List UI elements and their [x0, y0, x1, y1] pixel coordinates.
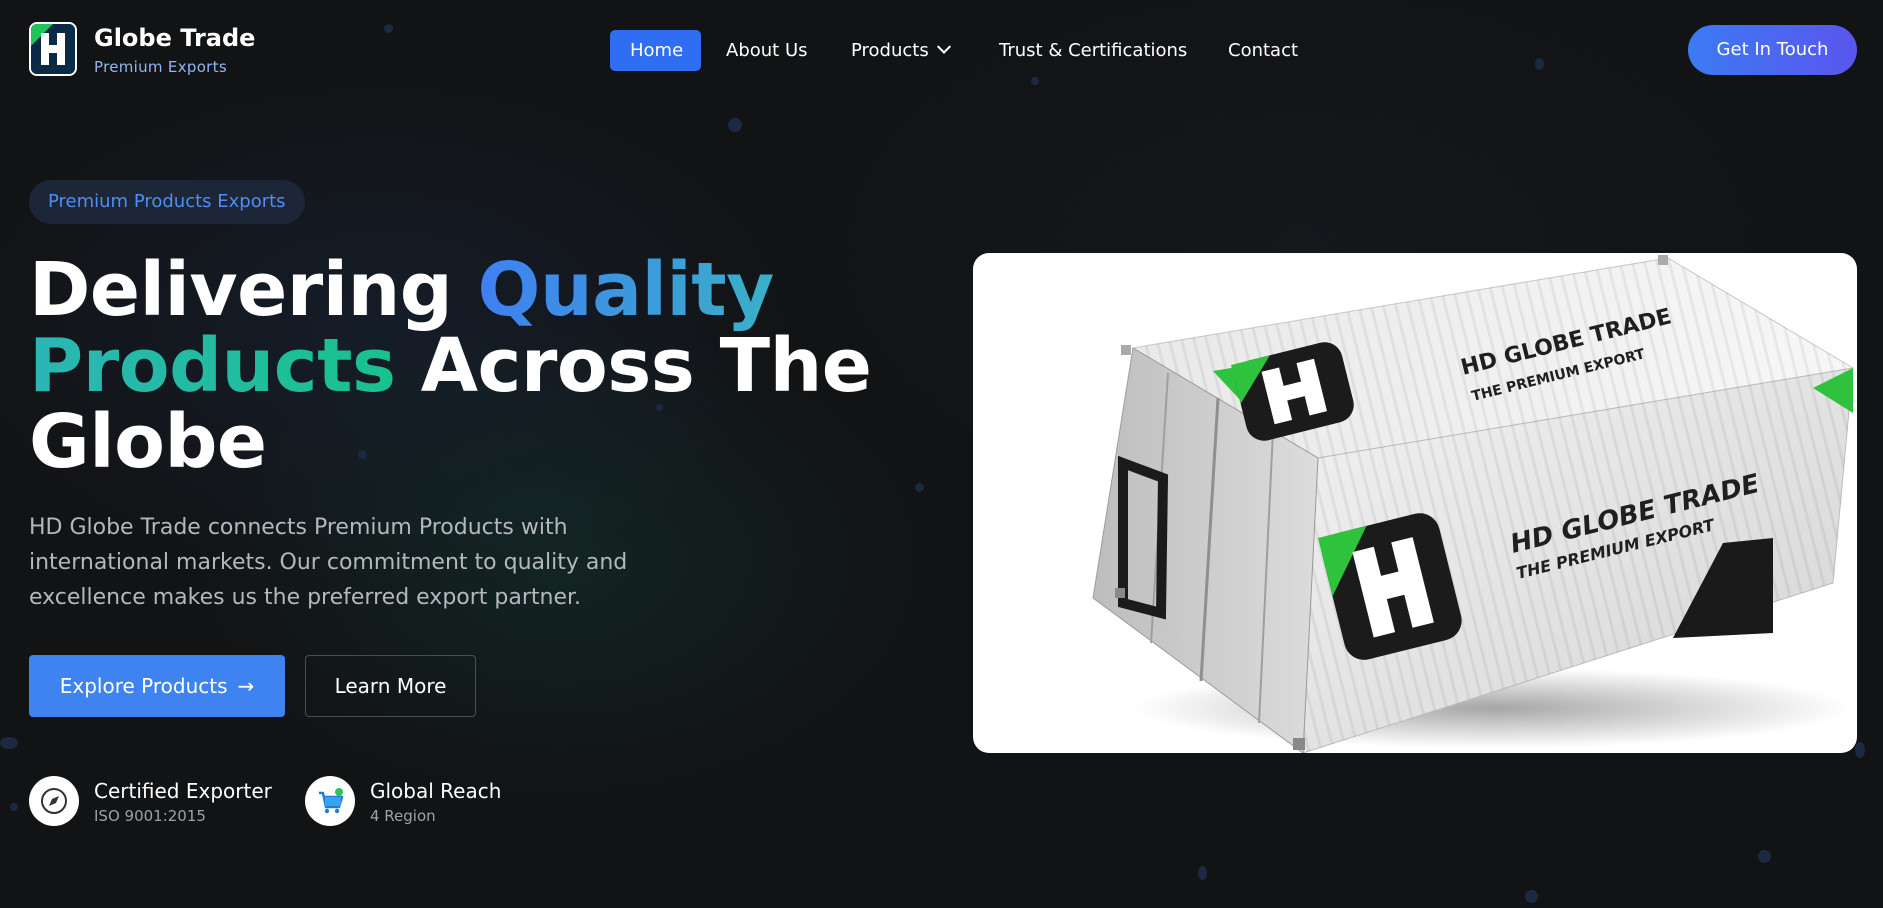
- decorative-dot: [728, 118, 742, 132]
- arrow-right-icon: →: [237, 674, 255, 698]
- brand-name[interactable]: Globe Trade: [94, 24, 255, 52]
- chevron-down-icon: [936, 39, 951, 54]
- decorative-dot: [915, 483, 924, 492]
- nav-about-us[interactable]: About Us: [726, 30, 808, 71]
- decorative-dot: [1758, 850, 1771, 863]
- decorative-dot: [10, 803, 18, 811]
- navbar: Globe Trade Premium Exports Home About U…: [0, 0, 1883, 100]
- logo-icon[interactable]: [29, 22, 77, 76]
- hero-pill-badge: Premium Products Exports: [29, 180, 305, 224]
- nav-trust-certifications[interactable]: Trust & Certifications: [999, 30, 1187, 71]
- learn-more-button[interactable]: Learn More: [305, 655, 476, 717]
- shipping-container-image: HD GLOBE TRADE THE PREMIUM EXPORT HD GLO…: [1092, 255, 1855, 753]
- nav-contact[interactable]: Contact: [1228, 30, 1298, 71]
- badge-certified-subtitle: ISO 9001:2015: [94, 807, 206, 825]
- decorative-dot: [1198, 866, 1207, 880]
- headline-highlight-quality: Quality: [477, 247, 775, 333]
- product-image-card: HD GLOBE TRADE THE PREMIUM EXPORT HD GLO…: [973, 253, 1857, 753]
- badge-global-subtitle: 4 Region: [370, 807, 436, 825]
- hero-description: HD Globe Trade connects Premium Products…: [29, 515, 628, 610]
- nav-home[interactable]: Home: [610, 30, 701, 71]
- decorative-dot: [1855, 742, 1865, 758]
- shopping-cart-icon: [305, 776, 355, 826]
- badge-certified-title: Certified Exporter: [94, 779, 272, 803]
- decorative-dot: [1525, 890, 1538, 903]
- decorative-dot: [0, 737, 18, 749]
- compass-icon: [29, 776, 79, 826]
- headline-part1: Delivering: [29, 247, 478, 333]
- get-in-touch-button[interactable]: Get In Touch: [1688, 25, 1857, 75]
- nav-products[interactable]: Products: [851, 30, 951, 71]
- brand-tagline: Premium Exports: [94, 58, 227, 76]
- explore-products-button[interactable]: Explore Products →: [29, 655, 285, 717]
- nav-products-label: Products: [851, 40, 929, 61]
- headline-highlight-products: Products: [29, 323, 396, 409]
- explore-products-label: Explore Products: [59, 674, 228, 698]
- badge-global-title: Global Reach: [370, 779, 502, 803]
- hero-headline: Delivering Quality Products Across The Gl…: [29, 252, 889, 480]
